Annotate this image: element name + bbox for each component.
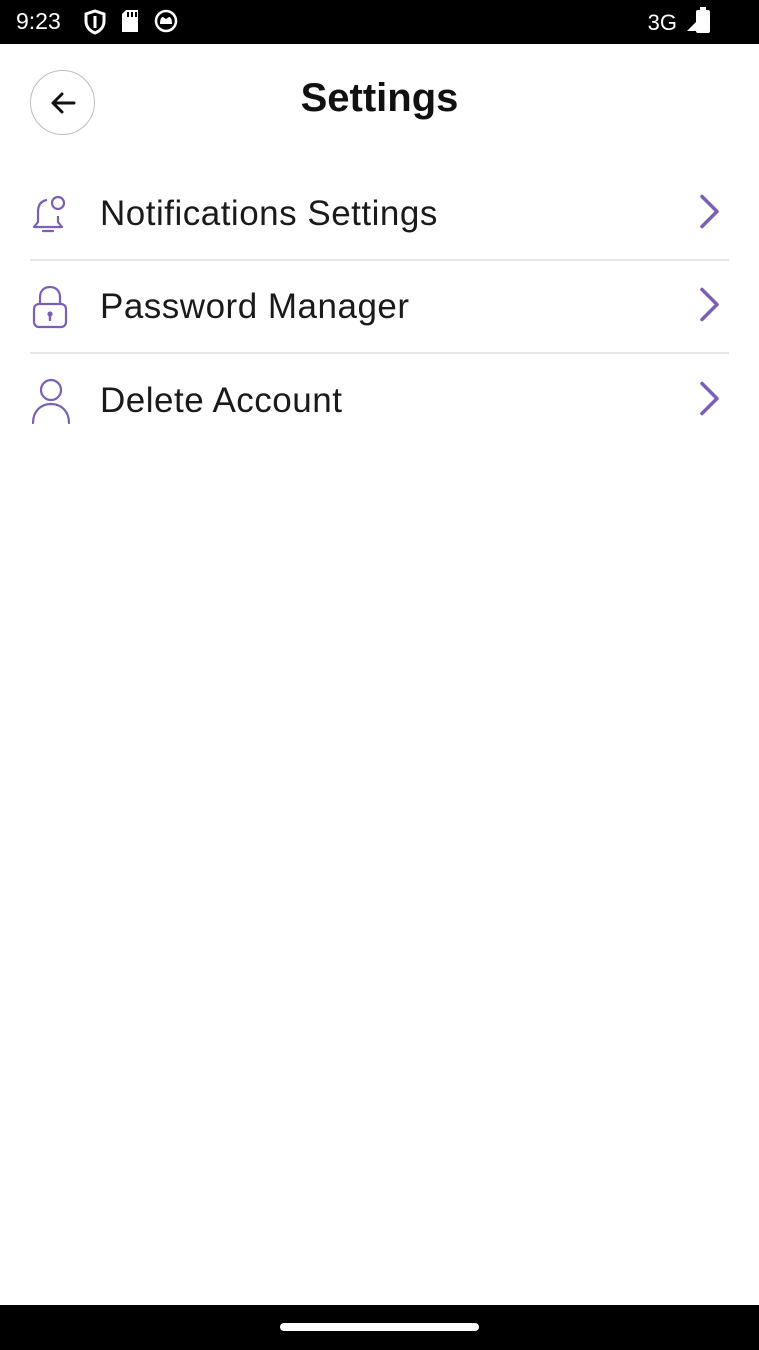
lock-icon — [30, 282, 76, 332]
chevron-right-icon — [699, 193, 721, 234]
settings-item-label: Password Manager — [100, 286, 410, 326]
settings-item-password-manager[interactable]: Password Manager — [30, 261, 729, 354]
settings-list: Notifications Settings Password Manager — [30, 168, 729, 447]
status-bar: 9:23 3G — [0, 0, 759, 44]
battery-icon — [696, 7, 710, 33]
home-indicator[interactable] — [280, 1323, 479, 1331]
status-notification-icons — [84, 9, 178, 35]
settings-item-notifications[interactable]: Notifications Settings — [30, 168, 729, 261]
app-header: Settings — [0, 44, 759, 160]
navigation-bar — [0, 1305, 759, 1350]
cat-face-icon — [154, 9, 178, 35]
network-type-label: 3G — [647, 9, 677, 35]
settings-item-delete-account[interactable]: Delete Account — [30, 354, 729, 447]
bell-icon — [30, 189, 76, 239]
chevron-right-icon — [699, 380, 721, 421]
page-title: Settings — [300, 76, 459, 120]
settings-item-label: Notifications Settings — [100, 193, 438, 233]
settings-item-label: Delete Account — [100, 380, 343, 420]
user-icon — [30, 376, 76, 426]
shield-icon — [84, 9, 106, 35]
status-time: 9:23 — [16, 8, 61, 34]
sd-card-icon — [120, 9, 140, 35]
chevron-right-icon — [699, 286, 721, 327]
